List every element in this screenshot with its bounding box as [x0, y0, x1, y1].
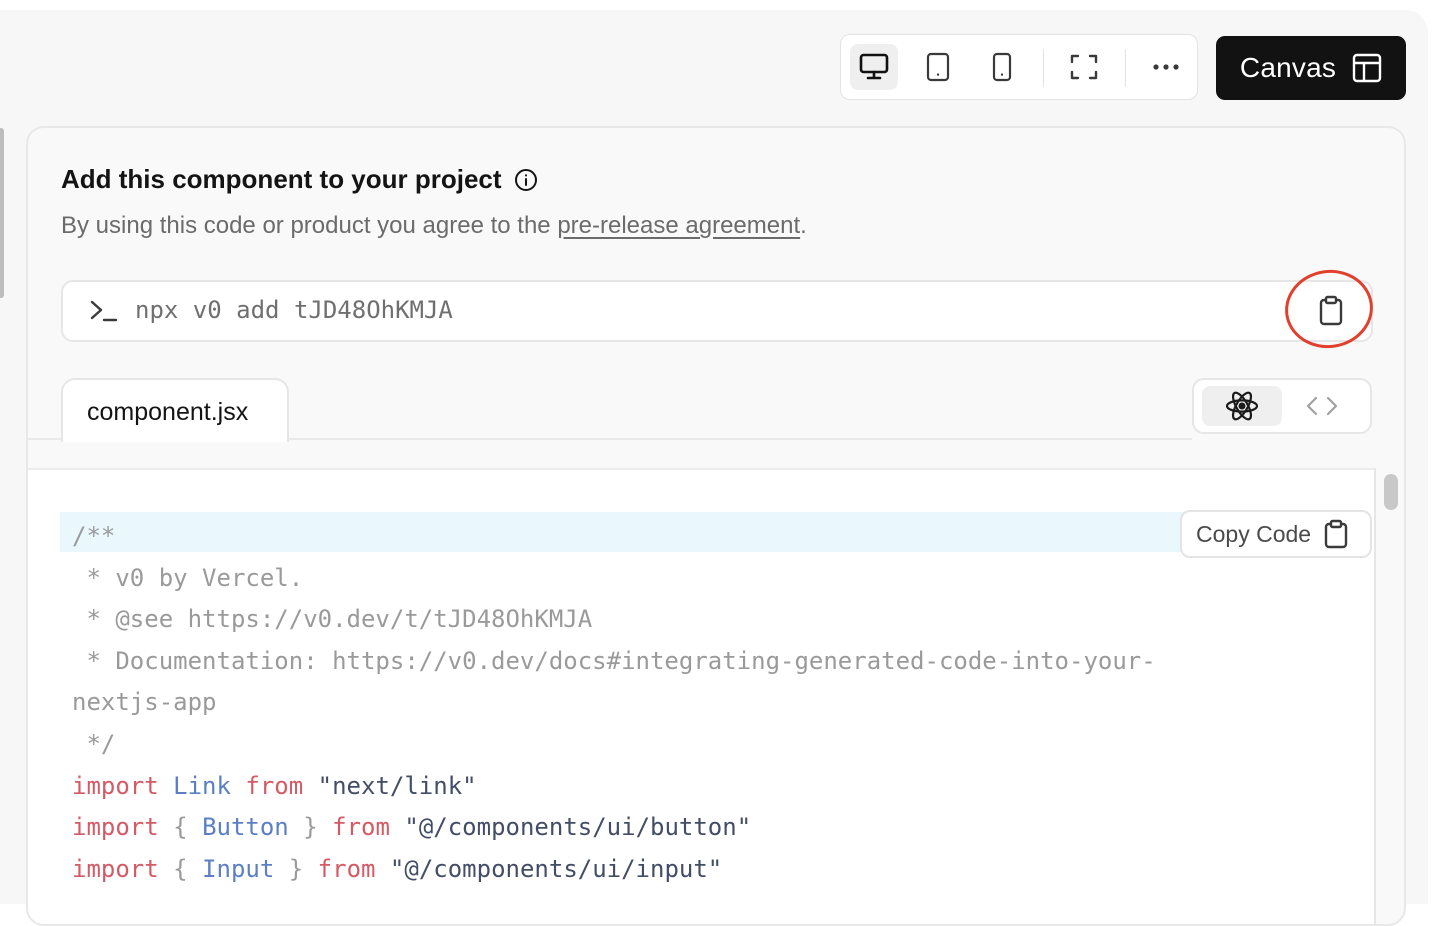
fullscreen-icon — [1070, 53, 1098, 81]
install-command-text[interactable]: npx v0 add tJD48OhKMJA — [135, 296, 453, 324]
code-line: * @see https://v0.dev/t/tJD48OhKMJA — [72, 605, 593, 634]
code-line: * Documentation: https://v0.dev/docs#int… — [72, 646, 1156, 675]
code-string: "@/components/ui/button" — [404, 813, 752, 842]
code-string: "@/components/ui/input" — [389, 854, 723, 883]
code-keyword: import — [72, 771, 159, 800]
canvas-button[interactable]: Canvas — [1216, 36, 1406, 100]
clipboard-icon — [1323, 519, 1349, 549]
code-punct: } — [288, 854, 304, 883]
more-options-button[interactable] — [1142, 44, 1190, 90]
install-command-box: npx v0 add tJD48OhKMJA — [61, 280, 1373, 342]
toolbar-divider — [1125, 49, 1126, 87]
viewport-toolbar — [840, 34, 1198, 100]
smartphone-icon — [992, 52, 1012, 82]
subtitle-text: By using this code or product you agree … — [61, 212, 558, 239]
code-punct: { — [173, 813, 188, 842]
card-subtitle: By using this code or product you agree … — [61, 212, 807, 240]
code-block: /** * v0 by Vercel. * @see https://v0.de… — [72, 516, 1156, 890]
tablet-icon — [926, 52, 950, 82]
toolbar-divider — [1043, 49, 1044, 87]
copy-code-button[interactable]: Copy Code — [1180, 510, 1372, 558]
code-view-button[interactable] — [1282, 386, 1362, 426]
code-keyword: from — [332, 813, 390, 842]
clipboard-icon[interactable] — [1317, 295, 1345, 327]
tab-component-jsx[interactable]: component.jsx — [61, 378, 289, 442]
pre-release-agreement-link[interactable]: pre-release agreement — [557, 212, 800, 239]
subtitle-period: . — [800, 212, 807, 239]
left-panel-edge[interactable] — [0, 128, 4, 298]
fullscreen-button[interactable] — [1060, 44, 1108, 90]
code-editor[interactable]: /** * v0 by Vercel. * @see https://v0.de… — [28, 468, 1376, 924]
layout-panel-icon — [1352, 53, 1382, 83]
tablet-view-button[interactable] — [914, 44, 962, 90]
code-line: nextjs-app — [72, 688, 217, 717]
react-icon — [1225, 391, 1259, 421]
code-keyword: import — [72, 813, 159, 842]
card-title-text: Add this component to your project — [61, 164, 502, 194]
code-punct: { — [173, 854, 188, 883]
code-line: /** — [72, 522, 116, 550]
code-view-toggle — [1192, 378, 1372, 434]
desktop-view-button[interactable] — [850, 44, 898, 90]
code-keyword: from — [317, 854, 376, 883]
canvas-label: Canvas — [1239, 52, 1337, 83]
code-line: */ — [72, 729, 116, 758]
code-punct: } — [303, 813, 318, 842]
code-identifier: Link — [173, 771, 231, 800]
code-brackets-icon — [1306, 395, 1338, 417]
code-line: * v0 by Vercel. — [72, 563, 304, 592]
react-view-button[interactable] — [1202, 386, 1282, 426]
monitor-icon — [859, 53, 889, 81]
info-icon[interactable] — [514, 168, 538, 192]
code-scrollbar[interactable] — [1384, 474, 1398, 510]
code-identifier: Input — [202, 854, 275, 883]
mobile-view-button[interactable] — [978, 44, 1026, 90]
ellipsis-icon — [1152, 63, 1180, 71]
add-component-card: Add this component to your project By us… — [26, 126, 1406, 926]
code-string: "next/link" — [317, 771, 477, 800]
card-title: Add this component to your project — [61, 164, 538, 195]
terminal-prompt-icon — [89, 298, 119, 324]
code-keyword: from — [245, 771, 304, 800]
code-keyword: import — [72, 854, 159, 883]
copy-code-label: Copy Code — [1196, 520, 1312, 547]
code-identifier: Button — [202, 813, 289, 842]
